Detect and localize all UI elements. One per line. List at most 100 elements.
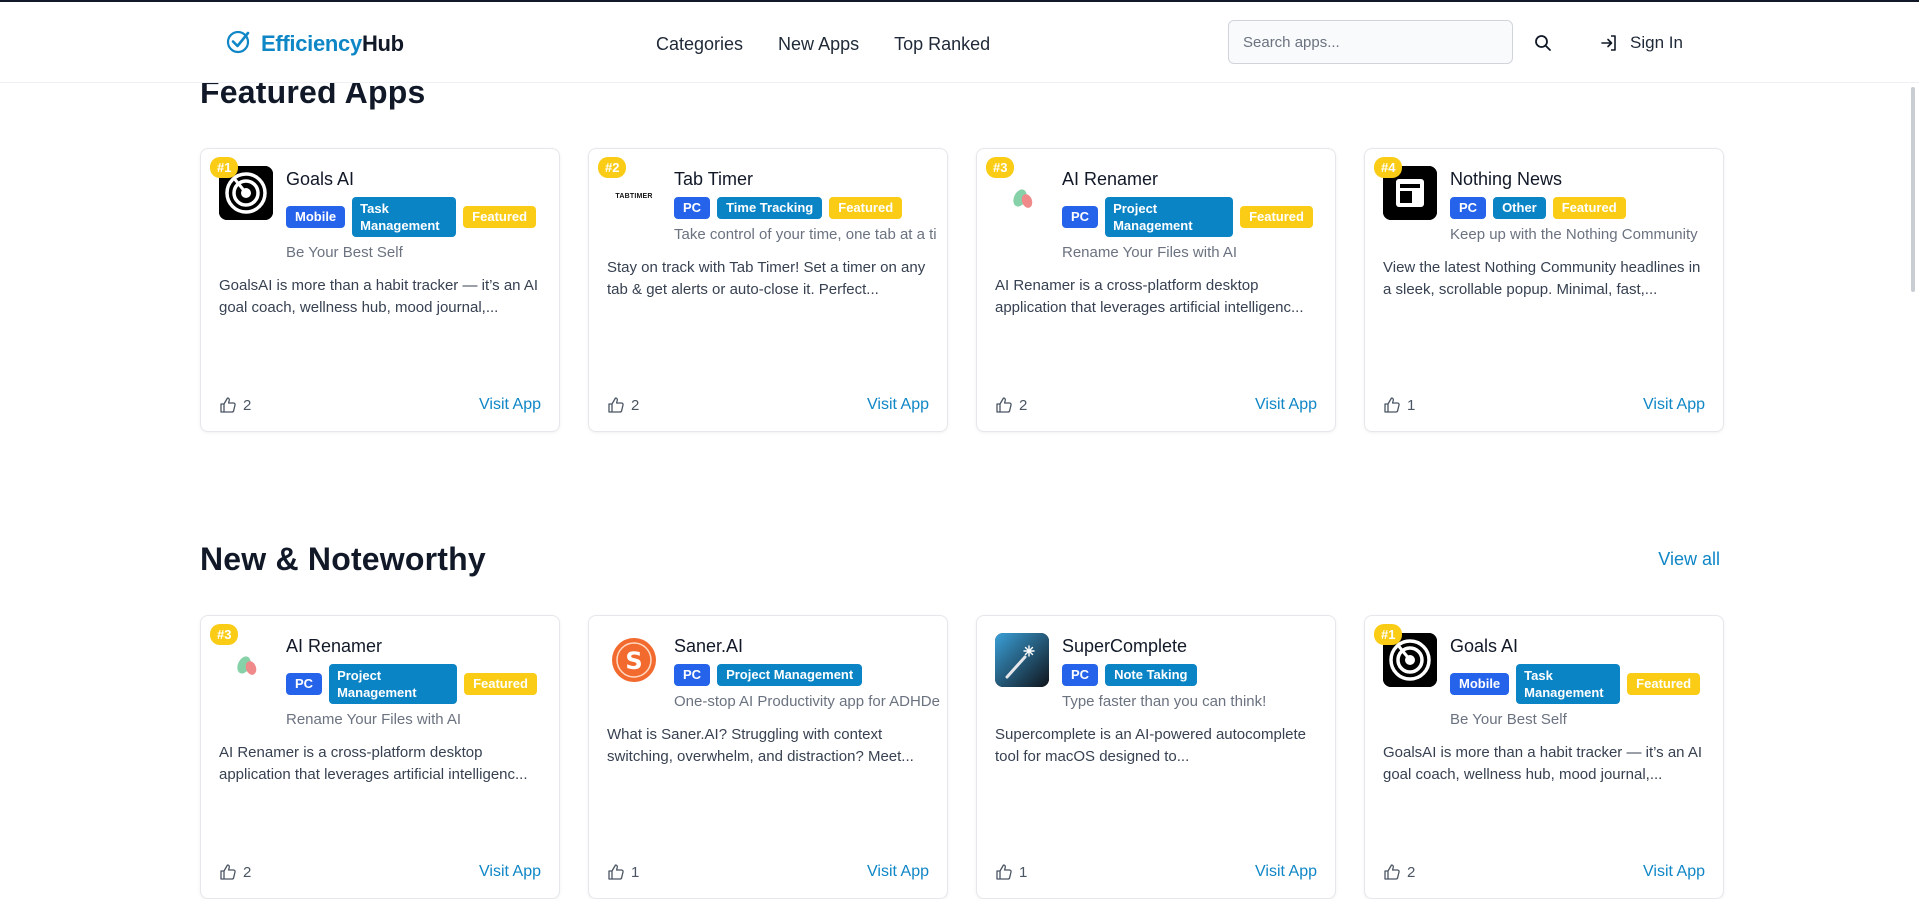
tag-platform[interactable]: PC	[1062, 664, 1099, 686]
page-scrollbar[interactable]	[1911, 87, 1915, 292]
app-tagline: Type faster than you can think!	[1062, 693, 1267, 710]
like-count: 2	[1407, 863, 1416, 881]
app-name: Nothing News	[1450, 169, 1563, 189]
nav-top-ranked[interactable]: Top Ranked	[894, 34, 990, 55]
visit-app-link[interactable]: Visit App	[1643, 396, 1705, 414]
visit-app-link[interactable]: Visit App	[1643, 863, 1705, 881]
app-card-saner-ai[interactable]: S Saner.AI PC Project Management One-sto…	[588, 615, 948, 899]
app-description: AI Renamer is a cross-platform desktop a…	[995, 277, 1304, 316]
card-footer: 2 Visit App	[219, 863, 541, 881]
tag-category[interactable]: Project Management	[1105, 197, 1234, 237]
card-footer: 1 Visit App	[607, 863, 929, 881]
visit-app-link[interactable]: Visit App	[867, 863, 929, 881]
nav-new-apps[interactable]: New Apps	[778, 34, 859, 55]
like-count: 1	[1019, 863, 1028, 881]
search-icon	[1535, 35, 1551, 51]
app-name: Goals AI	[286, 169, 355, 189]
visit-app-link[interactable]: Visit App	[867, 396, 929, 414]
app-card-supercomplete[interactable]: SuperComplete PC Note Taking Type faster…	[976, 615, 1336, 899]
tag-category[interactable]: Task Management	[1516, 664, 1621, 704]
tag-featured: Featured	[464, 673, 537, 695]
like-button[interactable]: 2	[219, 396, 251, 414]
app-name: Goals AI	[1450, 636, 1519, 656]
like-button[interactable]: 1	[995, 863, 1027, 881]
thumbs-up-icon	[608, 864, 624, 880]
app-description: View the latest Nothing Community headli…	[1383, 259, 1701, 298]
app-card-nothing-news[interactable]: #4 Nothing News PC Other Featured Keep u…	[1364, 148, 1724, 432]
search-input[interactable]	[1228, 20, 1513, 64]
tag-featured: Featured	[463, 206, 537, 228]
card-footer: 2 Visit App	[607, 396, 929, 414]
app-card-goals-ai[interactable]: #1 Goals AI Mobile Task Management Featu…	[1364, 615, 1724, 899]
app-tagline: Keep up with the Nothing Community	[1450, 226, 1698, 243]
app-tagline: One-stop AI Productivity app for ADHDe	[674, 693, 940, 710]
svg-text:S: S	[625, 647, 642, 675]
app-info: Saner.AI PC Project Management One-stop …	[674, 636, 947, 710]
tag-category[interactable]: Project Management	[329, 664, 458, 704]
app-card-ai-renamer[interactable]: #3 AI Renamer PC Project Management Feat…	[976, 148, 1336, 432]
app-card-tab-timer[interactable]: #2 TABTIMER Tab Timer PC Time Tracking F…	[588, 148, 948, 432]
new-noteworthy-grid: #3 AI Renamer PC Project Management Feat…	[200, 615, 1724, 899]
like-button[interactable]: 2	[607, 396, 639, 414]
rank-badge: #4	[1374, 157, 1403, 178]
like-count: 2	[631, 396, 640, 414]
tag-list: PC Project Management Featured	[1062, 197, 1335, 237]
tag-platform[interactable]: Mobile	[1450, 673, 1510, 695]
thumbs-up-icon	[996, 864, 1012, 880]
like-button[interactable]: 2	[995, 396, 1027, 414]
tag-category[interactable]: Other	[1493, 197, 1546, 219]
sign-in-button[interactable]: Sign In	[1600, 33, 1683, 53]
nav-categories[interactable]: Categories	[656, 34, 743, 55]
rank-badge: #3	[986, 157, 1015, 178]
featured-apps-grid: #1 Goals AI Mobile Task Management Featu…	[200, 148, 1724, 432]
app-description: GoalsAI is more than a habit tracker — i…	[1383, 744, 1703, 783]
app-card-goals-ai[interactable]: #1 Goals AI Mobile Task Management Featu…	[200, 148, 560, 432]
tag-list: PC Other Featured	[1450, 197, 1723, 219]
tag-featured: Featured	[1627, 673, 1701, 695]
tag-category[interactable]: Time Tracking	[717, 197, 823, 219]
like-count: 2	[243, 863, 252, 881]
check-circle-logo-icon	[226, 28, 252, 59]
view-all-link[interactable]: View all	[1658, 549, 1720, 570]
search-button[interactable]	[1532, 32, 1554, 54]
app-description: Supercomplete is an AI-powered autocompl…	[995, 726, 1307, 765]
app-name: Saner.AI	[674, 636, 744, 656]
tag-category[interactable]: Task Management	[352, 197, 457, 237]
app-description: GoalsAI is more than a habit tracker — i…	[219, 277, 539, 316]
tag-platform[interactable]: PC	[674, 664, 711, 686]
sign-in-icon	[1601, 35, 1616, 51]
app-description: Stay on track with Tab Timer! Set a time…	[607, 259, 926, 298]
tag-category[interactable]: Project Management	[717, 664, 863, 686]
tag-platform[interactable]: Mobile	[286, 206, 346, 228]
like-count: 1	[631, 863, 640, 881]
tag-platform[interactable]: PC	[286, 673, 323, 695]
tag-list: PC Project Management Featured	[286, 664, 559, 704]
visit-app-link[interactable]: Visit App	[479, 396, 541, 414]
visit-app-link[interactable]: Visit App	[1255, 396, 1317, 414]
like-button[interactable]: 1	[607, 863, 639, 881]
visit-app-link[interactable]: Visit App	[1255, 863, 1317, 881]
tag-list: Mobile Task Management Featured	[1450, 664, 1723, 704]
app-info: Tab Timer PC Time Tracking Featured Take…	[674, 169, 947, 243]
tag-platform[interactable]: PC	[674, 197, 711, 219]
app-card-ai-renamer[interactable]: #3 AI Renamer PC Project Management Feat…	[200, 615, 560, 899]
like-count: 2	[1019, 396, 1028, 414]
thumbs-up-icon	[1384, 397, 1400, 413]
site-logo[interactable]: EfficiencyHub	[226, 28, 404, 59]
app-info: Nothing News PC Other Featured Keep up w…	[1450, 169, 1723, 243]
rank-badge: #2	[598, 157, 627, 178]
card-footer: 1 Visit App	[1383, 396, 1705, 414]
like-button[interactable]: 2	[1383, 863, 1415, 881]
thumbs-up-icon	[220, 864, 236, 880]
tag-list: PC Note Taking	[1062, 664, 1335, 686]
card-footer: 1 Visit App	[995, 863, 1317, 881]
visit-app-link[interactable]: Visit App	[479, 863, 541, 881]
like-button[interactable]: 2	[219, 863, 251, 881]
card-footer: 2 Visit App	[219, 396, 541, 414]
tag-platform[interactable]: PC	[1450, 197, 1487, 219]
like-button[interactable]: 1	[1383, 396, 1415, 414]
tag-category[interactable]: Note Taking	[1105, 664, 1197, 686]
tag-platform[interactable]: PC	[1062, 206, 1099, 228]
rank-badge: #1	[210, 157, 239, 178]
app-info: AI Renamer PC Project Management Feature…	[286, 636, 559, 728]
